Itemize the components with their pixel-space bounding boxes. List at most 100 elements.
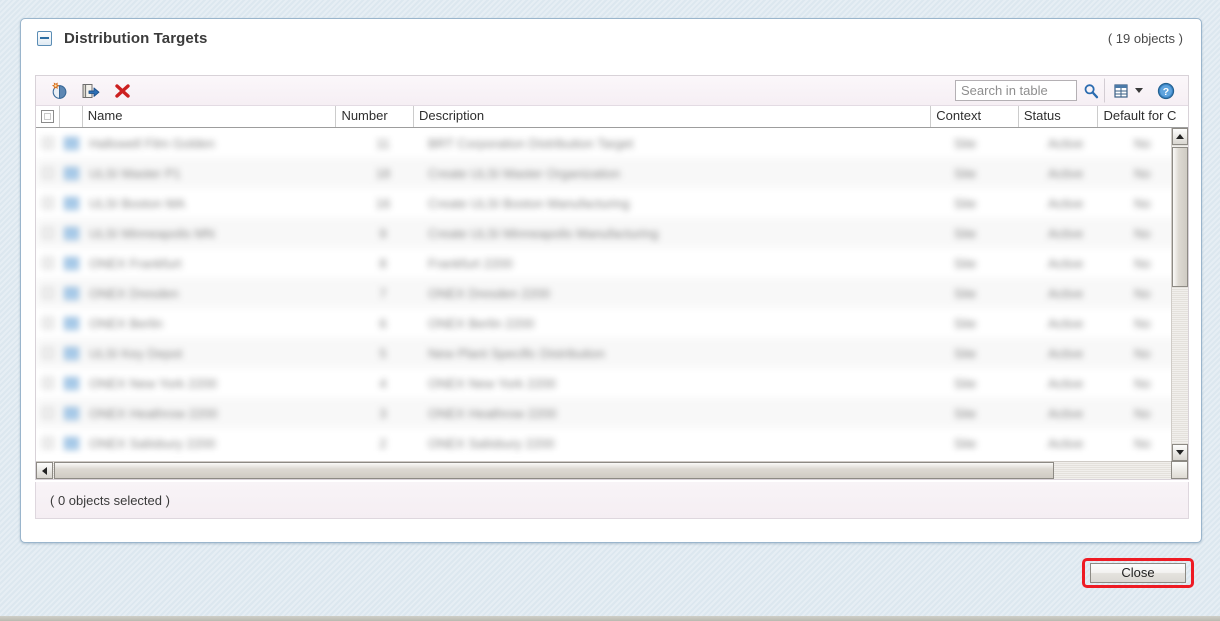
column-header-description[interactable]: Description (414, 106, 932, 127)
object-glyph-icon (64, 256, 79, 270)
row-status: Active (1048, 435, 1084, 451)
row-checkbox[interactable] (36, 437, 60, 449)
help-question-icon[interactable]: ? (1154, 80, 1178, 102)
row-checkbox-box[interactable] (42, 137, 54, 149)
column-header-default-for-c[interactable]: Default for C (1098, 106, 1188, 127)
column-header-context[interactable]: Context (931, 106, 1019, 127)
row-name: ULSI Boston MA (89, 195, 186, 211)
distribution-target-icon (60, 256, 83, 270)
vertical-scrollbar-thumb[interactable] (1172, 147, 1188, 287)
distribution-targets-dialog: Distribution Targets ( 19 objects ) Sear… (20, 18, 1202, 543)
table-row[interactable]: ULSI Master P1 18 Create ULSI Master Organ… (36, 158, 1188, 188)
row-checkbox[interactable] (36, 257, 60, 269)
row-context: Site (954, 285, 977, 301)
table-row[interactable]: ONEX Heathrow 2200 3 ONEX Heathrow 2200 Sit… (36, 398, 1188, 428)
row-checkbox[interactable] (36, 377, 60, 389)
row-checkbox[interactable] (36, 287, 60, 299)
row-name: ONEX New York 2200 (89, 375, 217, 391)
dialog-footer: Close (0, 545, 1220, 616)
table-row[interactable]: Hallowell Film Golden 11 BRT Corporation D… (36, 128, 1188, 158)
row-number: 16 (375, 195, 391, 211)
row-checkbox-box[interactable] (42, 377, 54, 389)
row-status: Active (1048, 345, 1084, 361)
row-checkbox-box[interactable] (42, 287, 54, 299)
table-row[interactable]: ONEX Dresden 7 ONEX Dresden 2200 Site Active… (36, 278, 1188, 308)
row-status: Active (1048, 135, 1084, 151)
object-glyph-icon (64, 346, 79, 360)
row-status: Active (1048, 375, 1084, 391)
select-all-checkbox[interactable] (40, 110, 54, 123)
row-number: 4 (379, 375, 387, 391)
row-description: BRT Corporation Distribution Target (428, 135, 634, 151)
row-number: 7 (379, 285, 387, 301)
search-box (955, 78, 1105, 103)
search-input[interactable] (955, 80, 1077, 101)
row-context: Site (954, 405, 977, 421)
row-name: ULSI Master P1 (89, 165, 181, 181)
chevron-down-icon[interactable] (1132, 80, 1146, 102)
collapse-minus-icon[interactable] (37, 30, 52, 46)
close-button[interactable]: Close (1090, 563, 1186, 583)
horizontal-scrollbar-thumb[interactable] (54, 462, 1054, 479)
scrollbar-corner (1171, 461, 1188, 479)
row-checkbox-box[interactable] (42, 407, 54, 419)
select-all-column[interactable] (36, 106, 60, 127)
row-name: ONEX Heathrow 2200 (89, 405, 218, 421)
row-name: ULSI Key Depot (89, 345, 183, 361)
row-checkbox[interactable] (36, 317, 60, 329)
row-checkbox-box[interactable] (42, 167, 54, 179)
row-context: Site (954, 165, 977, 181)
export-object-icon[interactable] (78, 80, 102, 102)
table-view-icon[interactable] (1110, 80, 1132, 102)
row-checkbox[interactable] (36, 227, 60, 239)
magnifier-icon[interactable] (1077, 78, 1105, 103)
table-row[interactable]: ONEX New York 2200 4 ONEX New York 2200 Sit… (36, 368, 1188, 398)
row-checkbox[interactable] (36, 167, 60, 179)
row-checkbox[interactable] (36, 197, 60, 209)
row-status: Active (1048, 165, 1084, 181)
table-row[interactable]: ULSI Boston MA 16 Create ULSI Boston Manuf… (36, 188, 1188, 218)
table-row[interactable]: ONEX Frankfurt 8 Frankfurt 2200 Site Active N… (36, 248, 1188, 278)
table-row[interactable]: ULSI Minneapolis MN 9 Create ULSI Minneapo… (36, 218, 1188, 248)
horizontal-scrollbar[interactable] (36, 461, 1188, 479)
row-checkbox[interactable] (36, 137, 60, 149)
distribution-target-icon (60, 286, 83, 300)
scroll-left-arrow-icon[interactable] (36, 462, 53, 479)
distribution-target-icon (60, 316, 83, 330)
close-button-highlight: Close (1082, 558, 1194, 588)
section-header: Distribution Targets ( 19 objects ) (21, 19, 1201, 51)
row-checkbox-box[interactable] (42, 227, 54, 239)
row-description: Frankfurt 2200 (428, 255, 513, 271)
object-glyph-icon (64, 136, 79, 150)
row-checkbox-box[interactable] (42, 317, 54, 329)
column-header-status[interactable]: Status (1019, 106, 1099, 127)
row-status: Active (1048, 315, 1084, 331)
row-checkbox-box[interactable] (42, 197, 54, 209)
status-bar: ( 0 objects selected ) (35, 482, 1189, 519)
row-context: Site (954, 375, 977, 391)
table-row[interactable]: ONEX Salisbury 2200 2 ONEX Salisbury 2200 S… (36, 428, 1188, 458)
toolbar-right-group: ? (955, 78, 1182, 103)
row-checkbox-box[interactable] (42, 437, 54, 449)
table-row[interactable]: ONEX Berlin 6 ONEX Berlin 2200 Site Active No (36, 308, 1188, 338)
create-object-icon[interactable] (46, 80, 70, 102)
row-number: 18 (375, 165, 391, 181)
column-header-name[interactable]: Name (83, 106, 337, 127)
row-context: Site (954, 255, 977, 271)
row-checkbox[interactable] (36, 347, 60, 359)
vertical-scrollbar[interactable] (1171, 128, 1188, 461)
row-checkbox[interactable] (36, 407, 60, 419)
scroll-down-arrow-icon[interactable] (1172, 444, 1188, 461)
table-row[interactable]: ULSI Key Depot 5 New Plant Specific Distri… (36, 338, 1188, 368)
scroll-up-arrow-icon[interactable] (1172, 128, 1188, 145)
delete-object-icon[interactable] (110, 80, 134, 102)
row-checkbox-box[interactable] (42, 347, 54, 359)
object-glyph-icon (64, 226, 79, 240)
table-body[interactable]: Hallowell Film Golden 11 BRT Corporation D… (36, 128, 1188, 461)
row-status: Active (1048, 255, 1084, 271)
column-header-number[interactable]: Number (336, 106, 415, 127)
row-checkbox-box[interactable] (42, 257, 54, 269)
object-glyph-icon (64, 286, 79, 300)
object-glyph-icon (64, 406, 79, 420)
page-title: Distribution Targets (64, 29, 208, 47)
